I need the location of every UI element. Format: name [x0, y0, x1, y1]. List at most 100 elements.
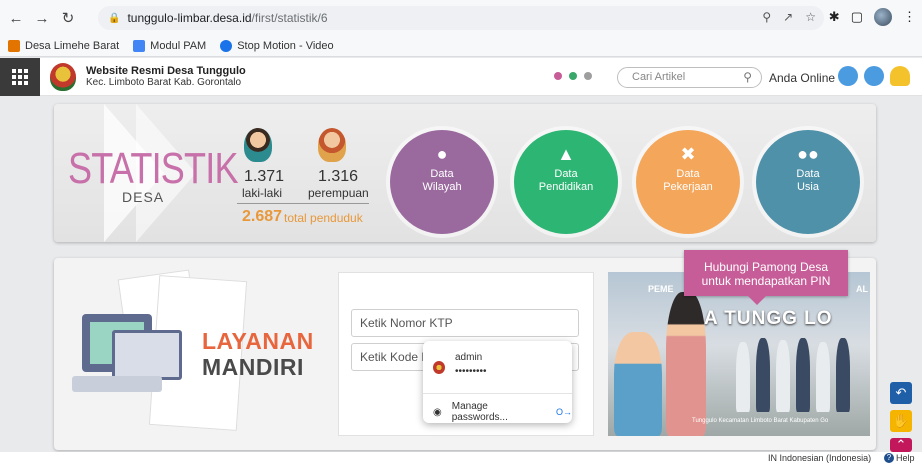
- search-icon[interactable]: ⚲: [743, 68, 752, 87]
- computer-illustration: [72, 314, 182, 404]
- circle-label: Wilayah: [422, 181, 462, 193]
- male-avatar-icon: [244, 128, 272, 162]
- slider-dots: [554, 72, 592, 80]
- divider: [423, 393, 572, 394]
- manage-passwords-item[interactable]: ◉ Manage passwords... O→: [433, 401, 572, 423]
- village-logo[interactable]: [50, 62, 76, 91]
- chevron-up-icon[interactable]: ⌃: [890, 437, 912, 452]
- back-icon[interactable]: ←: [6, 8, 26, 28]
- bookmark-modul-pam[interactable]: Modul PAM: [133, 40, 206, 52]
- site-subtitle: Kec. Limboto Barat Kab. Gorontalo: [86, 76, 242, 88]
- tooltip-line: Hubungi Pamong Desa: [703, 260, 829, 274]
- extensions-icon[interactable]: ✱: [829, 9, 840, 25]
- stats-icon[interactable]: [864, 66, 884, 86]
- address-bar[interactable]: 🔒 tunggulo-limbar.desa.id /first/statist…: [98, 6, 824, 30]
- circle-label: Data: [430, 168, 454, 180]
- star-icon[interactable]: ☆: [805, 10, 816, 24]
- manage-passwords-label: Manage passwords...: [451, 401, 508, 423]
- dot-icon[interactable]: [584, 72, 592, 80]
- back-to-top-icon[interactable]: ↶: [890, 382, 912, 404]
- site-favicon-icon: [433, 361, 445, 374]
- globe-icon: [220, 40, 233, 52]
- female-avatar-icon: [318, 128, 346, 162]
- bookmark-icon: [8, 40, 20, 52]
- apps-grid-button[interactable]: [0, 57, 40, 96]
- document-icon: [133, 40, 146, 52]
- female-label: perempuan: [308, 186, 369, 200]
- data-pendidikan-button[interactable]: ▲ Data Pendidikan: [514, 130, 618, 234]
- divider: [237, 203, 369, 204]
- circle-label: Pekerjaan: [663, 181, 713, 193]
- circle-label: Data: [796, 168, 820, 180]
- key-icon[interactable]: ⚲: [762, 10, 771, 24]
- person-illustration: [736, 342, 750, 412]
- layanan-title: LAYANAN: [202, 328, 314, 354]
- help-button[interactable]: ? Help: [884, 453, 915, 463]
- photo-banner-text-right: AL: [856, 284, 868, 294]
- dot-icon[interactable]: [554, 72, 562, 80]
- total-label: total penduduk: [284, 211, 363, 225]
- password-autofill-popup: admin ••••••••• ◉ Manage passwords... O→: [423, 341, 572, 423]
- help-label: Help: [896, 453, 915, 463]
- hand-icon[interactable]: ✋: [890, 410, 912, 432]
- tooltip-line: untuk mendapatkan PIN: [701, 274, 831, 288]
- tools-icon: ✖: [680, 144, 696, 164]
- person-illustration: [756, 338, 770, 412]
- menu-icon[interactable]: ⋮: [903, 9, 916, 25]
- key-icon: O→: [555, 407, 572, 417]
- search-input[interactable]: Cari Artikel ⚲: [617, 67, 762, 88]
- language-indicator[interactable]: IN Indonesian (Indonesia): [768, 453, 871, 463]
- pin-hint-tooltip: Hubungi Pamong Desa untuk mendapatkan PI…: [684, 250, 848, 305]
- bookmark-desa-limehe[interactable]: Desa Limehe Barat: [8, 40, 119, 52]
- female-count: 1.316: [318, 168, 359, 185]
- saved-username: admin: [455, 352, 483, 363]
- ktp-placeholder: Ketik Nomor KTP: [360, 316, 453, 330]
- login-icon[interactable]: [838, 66, 858, 86]
- photo-title: A TUNGG LO: [704, 308, 833, 329]
- reload-icon[interactable]: ↻: [58, 8, 78, 28]
- ktp-input[interactable]: Ketik Nomor KTP: [351, 309, 579, 337]
- male-label: laki-laki: [242, 186, 283, 200]
- dot-icon[interactable]: [569, 72, 577, 80]
- circle-label: Data: [676, 168, 700, 180]
- person-illustration: [836, 338, 850, 412]
- chrome-icon: ◉: [433, 406, 442, 418]
- village-photo: PEME AL A TUNGG LO Tunggulo Kecamatan Li…: [608, 272, 870, 436]
- site-title-block[interactable]: Website Resmi Desa Tunggulo Kec. Limboto…: [86, 65, 246, 89]
- saved-credential[interactable]: admin •••••••••: [433, 351, 487, 379]
- desa-subtitle: DESA: [122, 189, 165, 205]
- data-usia-button[interactable]: ●● Data Usia: [756, 130, 860, 234]
- site-title: Website Resmi Desa Tunggulo: [86, 64, 246, 77]
- profile-avatar[interactable]: [874, 8, 892, 26]
- url-path: /first/statistik/6: [251, 11, 328, 25]
- mandiri-title: MANDIRI: [202, 354, 304, 380]
- data-pekerjaan-button[interactable]: ✖ Data Pekerjaan: [636, 130, 740, 234]
- people-icon: ●●: [797, 144, 819, 164]
- circle-label: Usia: [796, 181, 819, 193]
- url-host: tunggulo-limbar.desa.id: [127, 11, 252, 25]
- map-pin-icon: ●: [436, 144, 448, 164]
- sidepanel-icon[interactable]: ▢: [851, 9, 863, 25]
- bookmark-stop-motion[interactable]: Stop Motion - Video: [220, 40, 334, 52]
- bookmark-label: Stop Motion - Video: [237, 40, 334, 52]
- browser-toolbar: ← → ↻ 🔒 tunggulo-limbar.desa.id /first/s…: [0, 0, 922, 36]
- share-icon[interactable]: ↗: [783, 10, 793, 24]
- bell-icon[interactable]: [890, 66, 910, 86]
- saved-password-mask: •••••••••: [455, 366, 487, 377]
- statistik-title: STATISTIK: [68, 144, 239, 193]
- person-illustration: [816, 342, 830, 412]
- status-bar: IN Indonesian (Indonesia) ? Help: [0, 452, 922, 464]
- person-illustration: [796, 338, 810, 412]
- help-icon: ?: [884, 453, 894, 463]
- bookmarks-bar: Desa Limehe Barat Modul PAM Stop Motion …: [0, 36, 922, 57]
- data-wilayah-button[interactable]: ● Data Wilayah: [390, 130, 494, 234]
- grid-icon: [12, 68, 28, 85]
- photo-banner-text: PEME: [648, 284, 674, 294]
- forward-icon[interactable]: →: [32, 8, 52, 28]
- pin-placeholder: Ketik Kode P: [360, 350, 430, 364]
- photo-footer-text: Tunggulo Kecamatan Limboto Barat Kabupat…: [692, 418, 829, 424]
- person-illustration: [666, 292, 706, 436]
- person-illustration: [614, 332, 662, 436]
- total-count: 2.687: [242, 208, 283, 225]
- online-label: Anda Online: [769, 71, 836, 85]
